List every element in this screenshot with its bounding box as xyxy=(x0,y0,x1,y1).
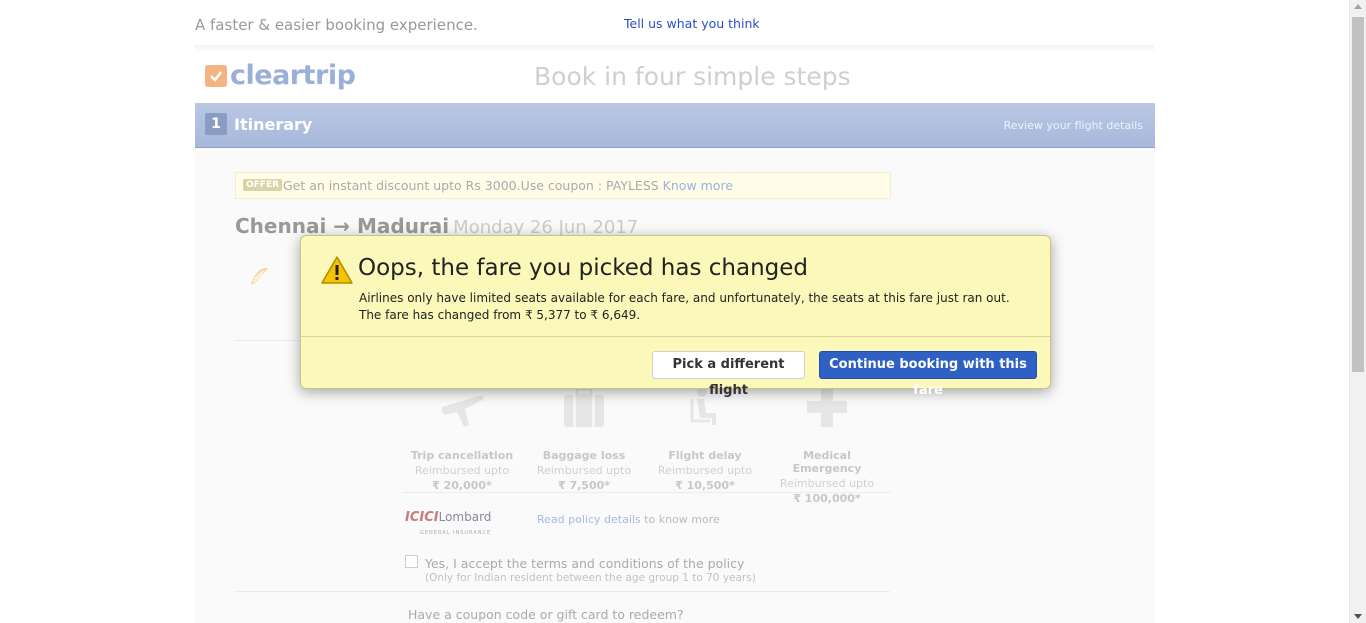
steps-title: Book in four simple steps xyxy=(534,62,851,91)
insurance-amount: ₹ 20,000* xyxy=(432,479,492,492)
insurance-sub: Reimbursed upto xyxy=(414,464,510,477)
step-name: Itinerary xyxy=(234,115,313,134)
policy-details: Read policy details to know more xyxy=(537,513,720,526)
insurance-title: Medical Emergency xyxy=(792,449,862,475)
provider-name: ICICI xyxy=(405,510,439,525)
dialog-title: Oops, the fare you picked has changed xyxy=(358,255,809,281)
insurance-trip-cancellation: Trip cancellation Reimbursed upto ₹ 20,0… xyxy=(407,385,517,492)
dialog-message: Airlines only have limited seats availab… xyxy=(359,291,1010,322)
provider-suffix: Lombard xyxy=(438,510,492,524)
feedback-link[interactable]: Tell us what you think xyxy=(624,16,760,31)
accept-terms-checkbox[interactable] xyxy=(405,555,418,568)
scroll-up-arrow-icon[interactable] xyxy=(1354,4,1362,9)
itinerary-step-bar: 1 Itinerary Review your flight details xyxy=(195,103,1155,148)
insurance-title: Flight delay xyxy=(668,449,742,462)
scrollbar-thumb[interactable] xyxy=(1352,17,1364,372)
warning-icon xyxy=(321,256,353,284)
offer-know-more-link[interactable]: Know more xyxy=(663,178,733,193)
fare-changed-dialog: Oops, the fare you picked has changed Ai… xyxy=(300,235,1051,398)
header-divider xyxy=(195,45,1155,53)
insurance-sub: Reimbursed upto xyxy=(779,477,875,490)
tagline: A faster & easier booking experience. xyxy=(195,16,478,34)
offer-tag: OFFER xyxy=(243,179,283,191)
continue-booking-button[interactable]: Continue booking with this fare xyxy=(819,351,1037,398)
plane-icon xyxy=(442,395,484,427)
icici-lombard-logo: ICICILombard xyxy=(405,510,491,525)
provider-subtitle: GENERAL INSURANCE xyxy=(420,530,492,536)
insurance-amount: ₹ 100,000* xyxy=(793,492,861,505)
scroll-down-arrow-icon[interactable] xyxy=(1354,614,1362,619)
checkmark-icon xyxy=(205,64,227,87)
baggage-icon xyxy=(564,387,604,427)
medical-cross-icon xyxy=(807,387,847,427)
read-policy-link[interactable]: Read policy details xyxy=(537,513,641,526)
insurance-baggage-loss: Baggage loss Reimbursed upto ₹ 7,500* xyxy=(529,385,639,492)
policy-rest-text: to know more xyxy=(640,513,720,526)
accept-terms-label[interactable]: Yes, I accept the terms and conditions o… xyxy=(425,556,744,571)
dialog-divider xyxy=(301,336,1050,337)
insurance-sub: Reimbursed upto xyxy=(657,464,753,477)
offer-banner: OFFER Get an instant discount upto Rs 30… xyxy=(235,172,891,199)
offer-text: Get an instant discount upto Rs 3000.Use… xyxy=(283,178,734,193)
pick-different-flight-button[interactable]: Pick a different flight xyxy=(652,351,805,398)
coupon-divider xyxy=(235,591,890,592)
insurance-title: Baggage loss xyxy=(542,449,626,462)
insurance-amount: ₹ 7,500* xyxy=(557,479,611,492)
cleartrip-logo[interactable]: cleartrip xyxy=(205,60,356,91)
insurance-amount: ₹ 10,500* xyxy=(675,479,735,492)
insurance-divider xyxy=(403,492,891,493)
logo-text: cleartrip xyxy=(230,60,356,91)
page-scrollbar[interactable] xyxy=(1349,0,1366,623)
insurance-sub: Reimbursed upto xyxy=(536,464,632,477)
insurance-medical-emergency: Medical Emergency Reimbursed upto ₹ 100,… xyxy=(772,385,882,505)
airline-logo-icon xyxy=(251,267,268,285)
insurance-title: Trip cancellation xyxy=(410,449,514,462)
step-number: 1 xyxy=(205,113,227,135)
accept-terms-note: (Only for Indian resident between the ag… xyxy=(425,572,756,584)
step-hint: Review your flight details xyxy=(1003,119,1143,132)
coupon-prompt[interactable]: Have a coupon code or gift card to redee… xyxy=(408,607,684,622)
